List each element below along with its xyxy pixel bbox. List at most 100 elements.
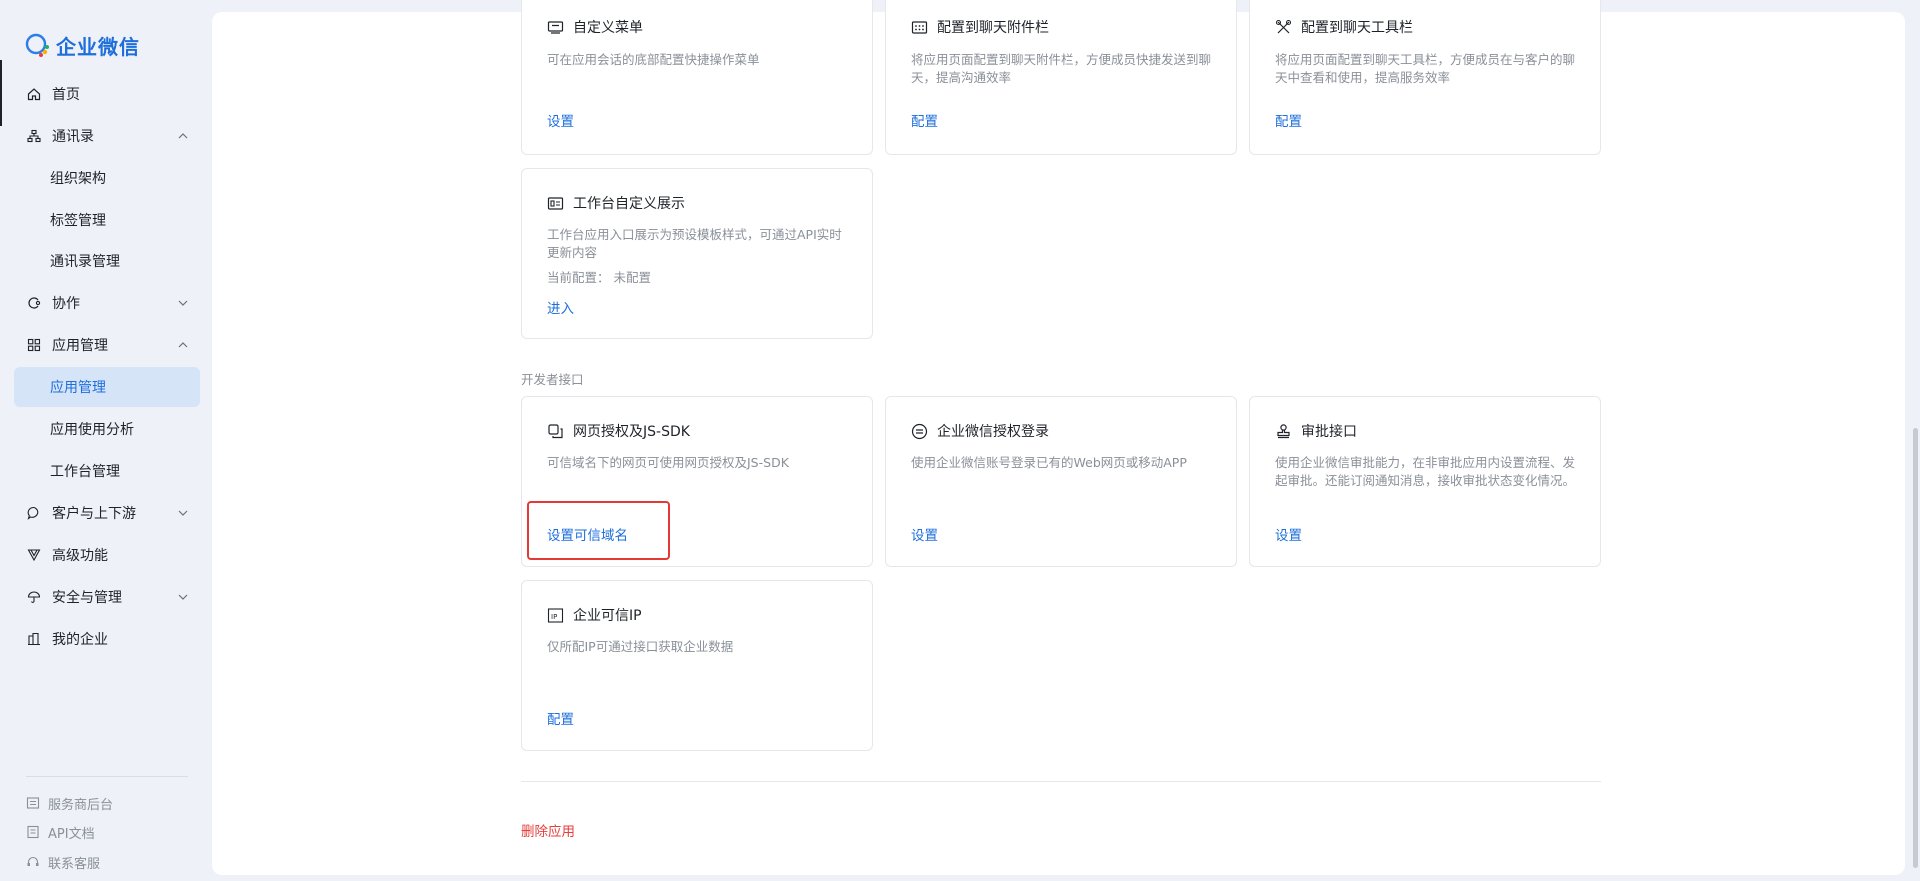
- chat-icon: [26, 505, 42, 521]
- nav-label: 组织架构: [50, 171, 106, 187]
- nav-label: 客户与上下游: [52, 506, 136, 522]
- card-desc: 可在应用会话的底部配置快捷操作菜单: [547, 52, 760, 67]
- card-title: 工作台自定义展示: [547, 193, 685, 213]
- card-title-text: 工作台自定义展示: [573, 196, 685, 212]
- chevron-up-icon: [178, 133, 188, 139]
- card-wecom-auth-login: 企业微信授权登录 使用企业微信账号登录已有的Web网页或移动APP 设置: [885, 396, 1237, 567]
- card-chat-toolbar: 配置到聊天工具栏 将应用页面配置到聊天工具栏，方便成员在与客户的聊天中查看和使用…: [1249, 0, 1601, 155]
- card-title-text: 配置到聊天工具栏: [1301, 20, 1413, 36]
- card-desc: 将应用页面配置到聊天附件栏，方便成员快捷发送到聊天，提高沟通效率: [911, 52, 1212, 85]
- nav-contacts[interactable]: 通讯录: [14, 116, 200, 156]
- nav-org-structure[interactable]: 组织架构: [14, 158, 200, 198]
- chevron-up-icon: [178, 342, 188, 348]
- card-trusted-ip: IP 企业可信IP 仅所配IP可通过接口获取企业数据 配置: [521, 580, 873, 751]
- logo[interactable]: 企业微信: [24, 30, 140, 60]
- delete-app-link[interactable]: 删除应用: [521, 820, 575, 840]
- umbrella-icon: [26, 589, 42, 605]
- nav-tag-management[interactable]: 标签管理: [14, 200, 200, 240]
- footer-label: 联系客服: [48, 856, 101, 872]
- org-icon: [26, 128, 42, 144]
- login-icon: [911, 423, 928, 439]
- card-title: 配置到聊天附件栏: [911, 17, 1049, 37]
- card-desc: 将应用页面配置到聊天工具栏，方便成员在与客户的聊天中查看和使用，提高服务效率: [1275, 52, 1576, 85]
- card-title-text: 审批接口: [1301, 424, 1357, 440]
- nav-label: 工作台管理: [50, 464, 120, 480]
- nav-label: 标签管理: [50, 213, 106, 229]
- nav-security[interactable]: 安全与管理: [14, 577, 200, 617]
- tools-icon: [1275, 19, 1292, 33]
- set-approval-api-link[interactable]: 设置: [1275, 524, 1302, 544]
- footer-api-docs[interactable]: API文档: [26, 821, 95, 843]
- card-title-text: 网页授权及JS-SDK: [573, 424, 690, 440]
- nav-my-company[interactable]: 我的企业: [14, 619, 200, 659]
- enter-workbench-link[interactable]: 进入: [547, 297, 574, 317]
- card-desc: 仅所配IP可通过接口获取企业数据: [547, 639, 734, 654]
- stamp-icon: [1277, 423, 1290, 438]
- nav-label: 协作: [52, 296, 80, 312]
- nav-advanced[interactable]: 高级功能: [14, 535, 200, 575]
- nav-label: 应用使用分析: [50, 422, 134, 438]
- card-workbench-display: 工作台自定义展示 工作台应用入口展示为预设模板样式，可通过API实时更新内容 当…: [521, 168, 873, 339]
- nav-label: 通讯录: [52, 129, 94, 145]
- chevron-down-icon: [178, 594, 188, 600]
- card-desc: 可信域名下的网页可使用网页授权及JS-SDK: [547, 455, 789, 470]
- card-custom-menu: 自定义菜单 可在应用会话的底部配置快捷操作菜单 设置: [521, 0, 873, 155]
- nav-label: 应用管理: [52, 338, 108, 354]
- footer-service-backend[interactable]: 服务商后台: [26, 792, 113, 814]
- footer-contact-support[interactable]: 联系客服: [26, 851, 100, 873]
- sidebar-divider: [26, 776, 188, 777]
- current-config-status: 当前配置： 未配置: [547, 270, 651, 285]
- card-title-text: 自定义菜单: [573, 20, 643, 36]
- configure-toolbar-link[interactable]: 配置: [1275, 110, 1302, 130]
- card-title-text: 企业微信授权登录: [937, 424, 1049, 440]
- highlight-box: [527, 501, 670, 560]
- grid-icon: [911, 20, 928, 34]
- card-icon: [547, 196, 564, 210]
- nav-label: 安全与管理: [52, 590, 122, 606]
- card-desc: 使用企业微信账号登录已有的Web网页或移动APP: [911, 455, 1187, 470]
- nav-home[interactable]: 首页: [14, 74, 200, 114]
- ip-icon: IP: [547, 607, 564, 623]
- configure-ip-link[interactable]: 配置: [547, 708, 574, 728]
- service-icon: [26, 797, 40, 809]
- nav-contacts-management[interactable]: 通讯录管理: [14, 241, 200, 281]
- nav-app-management[interactable]: 应用管理: [14, 367, 200, 407]
- card-title: 网页授权及JS-SDK: [547, 421, 690, 441]
- footer-label: 服务商后台: [48, 797, 114, 813]
- nav-app-usage-analysis[interactable]: 应用使用分析: [14, 409, 200, 449]
- headset-icon: [27, 856, 39, 866]
- nav-label: 高级功能: [52, 548, 108, 564]
- nav-label: 应用管理: [50, 380, 106, 396]
- card-title: 审批接口: [1275, 421, 1357, 441]
- nav-label: 首页: [52, 87, 80, 103]
- nav-customers[interactable]: 客户与上下游: [14, 493, 200, 533]
- developer-section-label: 开发者接口: [521, 372, 584, 387]
- svg-text:IP: IP: [551, 613, 557, 621]
- home-icon: [26, 86, 42, 102]
- collab-icon: [26, 295, 42, 311]
- card-title: 自定义菜单: [547, 17, 643, 37]
- card-approval-api: 审批接口 使用企业微信审批能力，在非审批应用内设置流程、发起审批。还能订阅通知消…: [1249, 396, 1601, 567]
- configure-attachment-link[interactable]: 配置: [911, 110, 938, 130]
- nav-label: 我的企业: [52, 632, 108, 648]
- card-title: IP 企业可信IP: [547, 605, 642, 625]
- app-title: 企业微信: [56, 34, 140, 59]
- scrollbar[interactable]: [1913, 428, 1918, 868]
- set-menu-link[interactable]: 设置: [547, 110, 574, 130]
- sidebar: 企业微信 首页 通讯录 组织架构 标签管理 通讯录管理 协作 应用管理 应用管理…: [0, 0, 212, 881]
- nav-app-management-group[interactable]: 应用管理: [14, 325, 200, 365]
- nav-workbench-management[interactable]: 工作台管理: [14, 451, 200, 491]
- building-icon: [26, 631, 42, 647]
- card-title-text: 配置到聊天附件栏: [937, 20, 1049, 36]
- active-section-indicator: [0, 60, 2, 126]
- section-divider: [521, 781, 1601, 782]
- doc-icon: [27, 825, 39, 839]
- card-title-text: 企业可信IP: [573, 608, 642, 624]
- chevron-down-icon: [178, 510, 188, 516]
- nav-collaboration[interactable]: 协作: [14, 283, 200, 323]
- card-title: 配置到聊天工具栏: [1275, 17, 1413, 37]
- menu-icon: [547, 20, 564, 34]
- apps-icon: [26, 337, 42, 353]
- card-title: 企业微信授权登录: [911, 421, 1049, 441]
- set-auth-login-link[interactable]: 设置: [911, 524, 938, 544]
